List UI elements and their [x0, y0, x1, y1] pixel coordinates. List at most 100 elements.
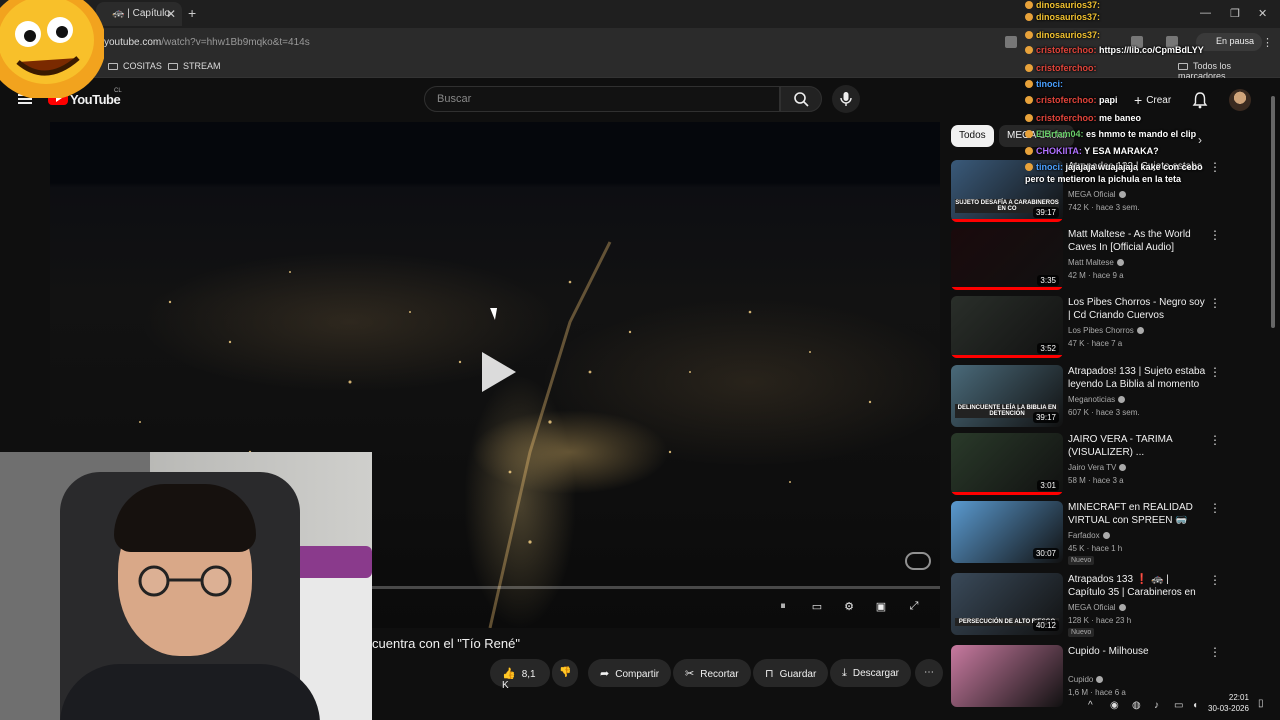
- chat-message: cristoferchoo: me baneo: [1025, 113, 1141, 123]
- system-clock[interactable]: 22:01 30-03-2026: [1208, 692, 1249, 714]
- browser-menu-icon[interactable]: ⋮: [1262, 36, 1273, 49]
- search-button[interactable]: [780, 86, 822, 112]
- network-icon[interactable]: ▭: [1174, 700, 1183, 711]
- create-label: Crear: [1146, 95, 1172, 106]
- cast-icon[interactable]: [1005, 36, 1017, 48]
- more-options-icon[interactable]: ⋮: [1209, 160, 1221, 174]
- more-options-icon[interactable]: ⋮: [1209, 573, 1221, 587]
- more-options-icon[interactable]: ⋮: [1209, 365, 1221, 379]
- bookmark-folder-stream[interactable]: STREAM: [168, 61, 221, 71]
- recommendation-channel[interactable]: Farfadox: [1068, 531, 1110, 540]
- chat-badge-icon: [1025, 46, 1033, 54]
- recommendation-item[interactable]: PERSECUCIÓN DE ALTO RIESGO 40:12 Atrapados…: [951, 573, 1266, 637]
- recommendation-item[interactable]: 3:52 Los Pibes Chorros - Negro soy | Cd C…: [951, 296, 1266, 358]
- chat-username: tinoci:: [1036, 162, 1063, 172]
- recommendation-title[interactable]: MINECRAFT en REALIDAD VIRTUAL con SPREEN…: [1068, 501, 1208, 527]
- subtitles-icon[interactable]: ▭: [808, 600, 826, 614]
- recommendation-title[interactable]: Los Pibes Chorros - Negro soy | Cd Crian…: [1068, 296, 1208, 322]
- more-options-icon[interactable]: ⋮: [1209, 645, 1221, 659]
- chevron-right-icon[interactable]: ›: [1198, 133, 1202, 147]
- new-tab-icon[interactable]: +: [188, 5, 196, 21]
- download-button[interactable]: ⤓ Descargar: [830, 659, 912, 687]
- channel-name: Matt Maltese: [1068, 258, 1114, 267]
- verified-icon: [1116, 259, 1124, 266]
- recommendation-title[interactable]: JAIRO VERA - TARIMA (VISUALIZER) ...: [1068, 433, 1208, 459]
- settings-gear-icon[interactable]: ⚙: [840, 600, 858, 614]
- clip-button[interactable]: ✂ Recortar: [673, 659, 751, 687]
- channel-name: Farfadox: [1068, 531, 1100, 540]
- recommendation-channel[interactable]: Los Pibes Chorros: [1068, 326, 1144, 335]
- recommendation-item[interactable]: 3:01 JAIRO VERA - TARIMA (VISUALIZER) ...…: [951, 433, 1266, 495]
- more-options-icon[interactable]: ⋮: [1209, 296, 1221, 310]
- recommendation-title[interactable]: Matt Maltese - As the World Caves In [Of…: [1068, 228, 1208, 254]
- miniplayer-icon[interactable]: ▣: [872, 600, 890, 614]
- volume-icon[interactable]: ◖: [1192, 700, 1198, 711]
- play-icon[interactable]: [482, 352, 516, 392]
- discord-icon[interactable]: ◉: [1110, 700, 1119, 711]
- more-actions-button[interactable]: ⋯: [915, 659, 943, 687]
- recommendation-meta: 128 K · hace 23 h: [1068, 616, 1132, 625]
- recommendation-channel[interactable]: Matt Maltese: [1068, 258, 1124, 267]
- recommendation-thumbnail[interactable]: PERSECUCIÓN DE ALTO RIESGO 40:12: [951, 573, 1063, 635]
- recommendation-thumbnail[interactable]: DELINCUENTE LEÍA LA BIBLIA EN DETENCIÓN 3…: [951, 365, 1063, 427]
- address-bar[interactable]: youtube.com/watch?v=hhw1Bb9mqko&t=414s: [104, 37, 310, 48]
- recommendation-thumbnail[interactable]: 3:01: [951, 433, 1063, 495]
- recommendation-thumbnail[interactable]: 30:07: [951, 501, 1063, 563]
- watched-progress: [951, 492, 1063, 495]
- microphone-tray-icon[interactable]: ♪: [1154, 700, 1159, 711]
- recommendation-channel[interactable]: MEGA Oficial: [1068, 190, 1126, 199]
- more-options-icon[interactable]: ⋮: [1209, 228, 1221, 242]
- notification-center-icon[interactable]: ▯: [1258, 698, 1264, 709]
- search-input[interactable]: Buscar: [424, 86, 780, 112]
- recommendation-item[interactable]: 3:35 Matt Maltese - As the World Caves In…: [951, 228, 1266, 290]
- recommendation-item[interactable]: 30:07 MINECRAFT en REALIDAD VIRTUAL con S…: [951, 501, 1266, 565]
- more-options-icon[interactable]: ⋮: [1209, 501, 1221, 515]
- recommendation-channel[interactable]: Meganoticias: [1068, 395, 1126, 404]
- maximize-icon[interactable]: ❐: [1230, 7, 1240, 20]
- recommendation-thumbnail[interactable]: 3:52: [951, 296, 1063, 358]
- save-button[interactable]: ⊓ Guardar: [753, 659, 829, 687]
- fullscreen-icon[interactable]: ⤢: [905, 600, 923, 614]
- create-button[interactable]: + Crear: [1124, 86, 1181, 112]
- bookmark-folder-cositas[interactable]: COSITAS: [108, 61, 162, 71]
- recommendation-channel[interactable]: MEGA Oficial: [1068, 603, 1126, 612]
- steam-icon[interactable]: ◍: [1132, 700, 1141, 711]
- chat-badge-icon: [1025, 147, 1033, 155]
- recommendation-title[interactable]: Atrapados 133 ❗ 🚓 | Capítulo 35 | Carabi…: [1068, 573, 1208, 599]
- channel-watermark-icon[interactable]: [905, 552, 931, 570]
- chip-all[interactable]: Todos: [951, 125, 994, 147]
- scissors-icon: ✂: [685, 668, 695, 680]
- notifications-bell-icon[interactable]: [1192, 91, 1208, 109]
- recommendation-thumbnail[interactable]: 3:35: [951, 228, 1063, 290]
- close-window-icon[interactable]: ✕: [1258, 7, 1267, 20]
- recommendation-thumbnail[interactable]: [951, 645, 1063, 707]
- recommendation-title[interactable]: Atrapados! 133 | Sujeto estaba leyendo L…: [1068, 365, 1208, 391]
- recommendation-item[interactable]: DELINCUENTE LEÍA LA BIBLIA EN DETENCIÓN 3…: [951, 365, 1266, 427]
- folder-icon: [168, 63, 178, 70]
- tray-expand-icon[interactable]: ^: [1088, 700, 1093, 711]
- close-tab-icon[interactable]: ✕: [166, 7, 176, 21]
- recommendation-channel[interactable]: Cupido: [1068, 675, 1104, 684]
- scrollbar[interactable]: [1271, 96, 1275, 328]
- like-button[interactable]: 👍 8,1 K: [490, 659, 550, 691]
- recommendation-channel[interactable]: Jairo Vera TV: [1068, 463, 1127, 472]
- dislike-button[interactable]: 👎: [552, 659, 578, 687]
- more-options-icon[interactable]: ⋮: [1209, 433, 1221, 447]
- recommendation-meta: 45 K · hace 1 h: [1068, 544, 1123, 553]
- chat-badge-icon: [1025, 114, 1033, 122]
- video-duration: 3:35: [1037, 275, 1059, 286]
- share-button[interactable]: ➦ Compartir: [588, 659, 672, 687]
- channel-name: Cupido: [1068, 675, 1094, 684]
- chat-badge-icon: [1025, 31, 1033, 39]
- voice-search-button[interactable]: [832, 85, 860, 113]
- recommendation-title[interactable]: Cupido - Milhouse: [1068, 645, 1208, 658]
- browser-tab[interactable]: 🚓 | Capítulo ✕: [96, 2, 182, 26]
- chat-message: ElBrfam04: es hmmo te mando el clip: [1025, 129, 1196, 139]
- clip-label: Recortar: [700, 669, 739, 680]
- verified-icon: [1102, 532, 1110, 539]
- profile-paused-button[interactable]: En pausa: [1196, 33, 1263, 51]
- minimize-icon[interactable]: —: [1200, 7, 1211, 19]
- webcam-overlay: [0, 452, 372, 720]
- account-avatar[interactable]: [1229, 89, 1251, 111]
- autoplay-toggle-icon[interactable]: ⏸: [774, 600, 792, 614]
